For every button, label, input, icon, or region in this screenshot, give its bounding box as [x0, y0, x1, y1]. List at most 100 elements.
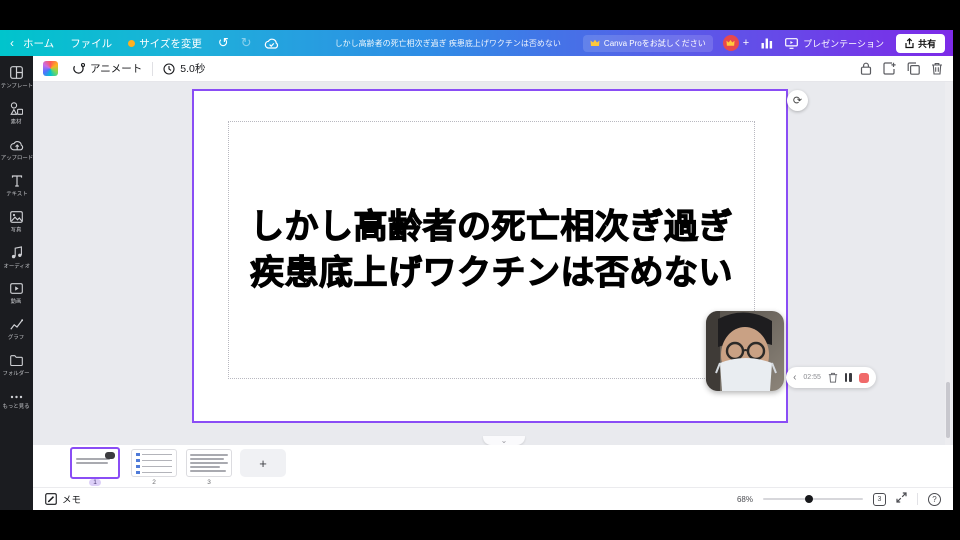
sidebar-item-elements[interactable]: 素材	[0, 96, 33, 132]
audio-icon	[11, 246, 22, 259]
presentation-icon	[785, 37, 799, 49]
add-page-button[interactable]	[883, 62, 896, 75]
plus-icon: +	[259, 455, 267, 471]
sidebar-item-charts[interactable]: グラフ	[0, 312, 33, 348]
canva-pro-trial-button[interactable]: Canva Proをお試しください	[582, 34, 713, 52]
sidebar-label-more-folders: フォルダー	[2, 371, 30, 377]
home-label: ホーム	[23, 37, 55, 50]
notes-button[interactable]: メモ	[45, 492, 81, 506]
chart-icon	[10, 319, 23, 330]
file-label: ファイル	[70, 37, 113, 50]
add-page-icon	[883, 62, 896, 75]
webcam-video-frame	[706, 311, 784, 391]
zoom-slider-thumb[interactable]	[805, 495, 813, 503]
cloud-status-icon	[264, 38, 279, 49]
sidebar-label-text: テキスト	[5, 191, 28, 198]
top-menu-bar: ‹ ホーム ファイル サイズを変更 ↺ ↻ しかし高齢者の死亡相次ぎ過ぎ 疾患底…	[0, 30, 953, 56]
slide-page[interactable]: しかし高齢者の死亡相次ぎ過ぎ 疾患底上げワクチンは否めない	[192, 89, 788, 423]
canvas-collapse-tab[interactable]: ⌄	[483, 436, 525, 445]
zoom-percentage: 68%	[736, 494, 753, 504]
thumb2-list-row	[136, 464, 172, 468]
share-upload-icon	[905, 37, 914, 48]
sidebar-label-elements: 素材	[11, 120, 22, 126]
thumb2-list-row	[136, 470, 172, 474]
notes-icon	[45, 493, 57, 505]
sidebar-item-uploads[interactable]: アップロード	[0, 132, 33, 168]
sidebar-item-photos[interactable]: 写真	[0, 204, 33, 240]
notes-label: メモ	[62, 495, 82, 506]
page-filmstrip: 1 2 3 +	[33, 445, 953, 487]
sidebar-label-more: もっと見る	[2, 403, 30, 410]
recording-stop-button[interactable]	[858, 372, 869, 383]
resize-dot-icon	[128, 39, 136, 47]
resize-label: サイズを変更	[139, 37, 202, 50]
delete-button[interactable]	[931, 62, 943, 75]
add-page-button-filmstrip[interactable]: +	[240, 449, 286, 477]
upload-icon	[9, 140, 23, 150]
canva-editor-window: ‹ ホーム ファイル サイズを変更 ↺ ↻ しかし高齢者の死亡相次ぎ過ぎ 疾患底…	[0, 30, 953, 510]
page-thumbnail-3[interactable]	[186, 449, 232, 477]
resize-button[interactable]: サイズを変更	[128, 36, 202, 51]
animate-label: アニメート	[90, 63, 143, 75]
refresh-button[interactable]: ⟳	[787, 90, 808, 111]
object-panel-sidebar: テンプレート 素材 アップロード テキスト 写真 オーディオ 動画 グラフ フォ…	[0, 56, 33, 510]
recording-controls: ‹ 02:55	[786, 367, 876, 388]
page-number-2: 2	[152, 479, 156, 486]
undo-button[interactable]: ↺	[218, 35, 229, 51]
canvas-scrollbar[interactable]	[945, 82, 951, 445]
lock-icon	[860, 62, 872, 75]
file-menu-button[interactable]: ファイル	[70, 36, 112, 51]
bottom-status-bar: メモ 68% 3 ?	[33, 487, 953, 510]
video-icon	[10, 283, 23, 294]
document-title[interactable]: しかし高齢者の死亡相次ぎ過ぎ 疾患底上げワクチンは否めない	[335, 38, 561, 49]
recording-timer: 02:55	[803, 374, 821, 381]
chevron-down-icon: ⌄	[500, 436, 508, 445]
duration-button[interactable]: 5.0秒	[163, 61, 205, 76]
page-thumbnail-1[interactable]	[70, 447, 120, 479]
webcam-overlay[interactable]	[706, 311, 784, 391]
avatar-crown-icon	[726, 40, 735, 46]
sidebar-label-audio: オーディオ	[3, 264, 30, 270]
context-toolbar: アニメート 5.0秒	[33, 56, 953, 82]
page-number-3: 3	[207, 479, 211, 486]
crown-icon	[590, 39, 600, 46]
design-canvas-area: しかし高齢者の死亡相次ぎ過ぎ 疾患底上げワクチンは否めない ⟳ ‹ 02:55 …	[33, 82, 953, 445]
trash-icon	[932, 63, 942, 75]
statusbar-divider	[917, 493, 918, 505]
thumb2-list-row	[136, 452, 172, 456]
page-thumbnail-2[interactable]	[131, 449, 177, 477]
pro-label: Canva Proをお試しください	[603, 38, 706, 48]
insights-chart-button[interactable]	[761, 38, 773, 49]
animate-button[interactable]: アニメート	[72, 61, 142, 76]
animate-icon	[73, 62, 85, 74]
recording-delete-button[interactable]	[828, 372, 838, 383]
sidebar-item-templates[interactable]: テンプレート	[0, 60, 33, 96]
home-button[interactable]: ‹ ホーム	[10, 36, 54, 51]
help-button[interactable]: ?	[928, 492, 941, 506]
user-avatar[interactable]	[722, 35, 739, 51]
sidebar-label-uploads: アップロード	[0, 155, 33, 162]
background-color-chip[interactable]	[43, 61, 58, 76]
share-button[interactable]: 共有	[895, 33, 945, 53]
sidebar-item-videos[interactable]: 動画	[0, 276, 33, 312]
sidebar-item-more[interactable]: もっと見る	[0, 384, 33, 420]
recording-pause-button[interactable]	[844, 373, 852, 382]
sidebar-item-folders[interactable]: フォルダー	[0, 348, 33, 384]
redo-button[interactable]: ↻	[241, 35, 252, 51]
recording-collapse-chevron-icon[interactable]: ‹	[793, 372, 796, 383]
presentation-label: プレゼンテーション	[803, 38, 884, 49]
toolbar-right-actions	[860, 62, 943, 75]
fullscreen-button[interactable]	[896, 492, 907, 506]
add-member-button[interactable]: +	[743, 37, 749, 49]
presentation-button[interactable]: プレゼンテーション	[785, 37, 884, 50]
grid-view-button[interactable]: 3	[873, 492, 886, 506]
selected-text-box[interactable]: しかし高齢者の死亡相次ぎ過ぎ 疾患底上げワクチンは否めない	[228, 121, 755, 379]
sidebar-item-audio[interactable]: オーディオ	[0, 240, 33, 276]
duplicate-button[interactable]	[907, 62, 920, 75]
thumb1-text-line	[76, 458, 110, 460]
page-count-label: 3	[877, 495, 882, 503]
sidebar-item-text[interactable]: テキスト	[0, 168, 33, 204]
question-icon: ?	[932, 494, 937, 504]
lock-button[interactable]	[860, 62, 872, 75]
zoom-slider[interactable]	[763, 495, 863, 503]
